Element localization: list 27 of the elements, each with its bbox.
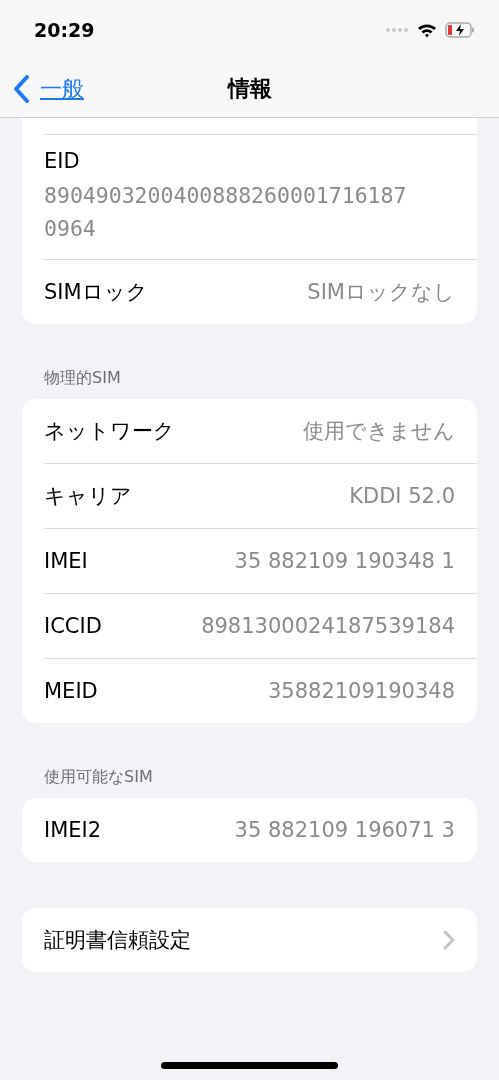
section-header: 使用可能なSIM [43, 766, 154, 788]
back-chevron-icon [12, 73, 32, 104]
section-header: 物理的SIM [43, 367, 122, 389]
row-value: SIMロックなし [307, 279, 455, 306]
row-value: 使用できません [303, 418, 455, 445]
row-value: 35 882109 196071 3 [234, 818, 455, 842]
back-button[interactable]: 一般 [12, 73, 84, 104]
row-label: IMEI2 [44, 818, 102, 842]
wifi-icon [417, 22, 437, 38]
row-value: 35 882109 190348 1 [234, 549, 455, 573]
row-label: ICCID [44, 614, 102, 638]
status-time: 20:29 [34, 19, 95, 41]
row-label: MEID [44, 679, 98, 703]
row-value: 8981300024187539184 [201, 614, 455, 638]
row-value: 35882109190348 [267, 679, 455, 703]
signal-icon [385, 27, 409, 33]
row-label: キャリア [44, 483, 132, 510]
row-label[interactable]: 証明書信頼設定 [44, 926, 191, 954]
nav-title: 情報 [227, 74, 272, 103]
row-label: EID [44, 149, 81, 173]
row-label: IMEI [44, 549, 88, 573]
row-value: 89049032004008882600017161870964 [44, 182, 408, 243]
row-label: ネットワーク [44, 418, 175, 445]
battery-charging-icon [445, 22, 475, 38]
chevron-icon [443, 930, 455, 950]
row-value: KDDI 52.0 [349, 484, 455, 508]
row-label: SIMロック [44, 279, 148, 306]
